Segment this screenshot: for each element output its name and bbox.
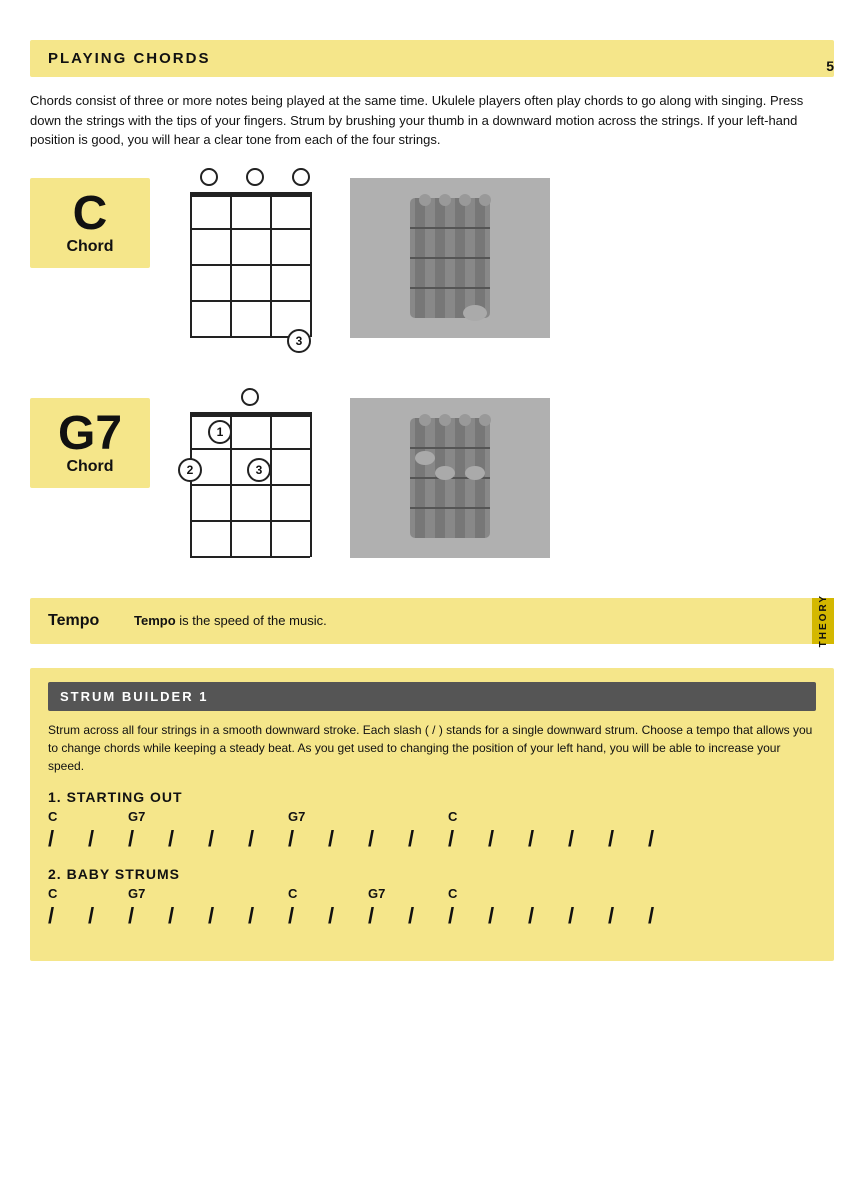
ex1-chord-g71: G7 [128, 809, 288, 824]
g7-finger-2: 2 [178, 458, 202, 482]
ex2-s3: / [128, 903, 168, 929]
exercise-1-name: STARTING OUT [67, 789, 183, 805]
ex1-s11: / [448, 826, 488, 852]
ex2-chord-g71: G7 [128, 886, 288, 901]
ex2-s11: / [448, 903, 488, 929]
strum-builder-title: STRUM BUILDER 1 [60, 689, 208, 704]
exercise-1-number: 1. [48, 789, 62, 805]
strum-builder-desc: Strum across all four strings in a smoot… [48, 721, 816, 775]
c-open-string-2 [246, 168, 264, 186]
ex2-s7: / [288, 903, 328, 929]
exercise-1: 1. STARTING OUT C G7 G7 C / / / / / / / … [48, 789, 816, 852]
c-chord-label: C Chord [30, 178, 150, 268]
ex1-s5: / [208, 826, 248, 852]
ex2-chord-c3: C [448, 886, 528, 901]
exercise-2-title: 2. BABY STRUMS [48, 866, 816, 882]
ex1-s13: / [528, 826, 568, 852]
g7-chord-word: Chord [66, 458, 113, 476]
g7-grid-container: 1 2 3 [190, 412, 310, 557]
strum-builder-section: STRUM BUILDER 1 Strum across all four st… [30, 668, 834, 961]
ex1-s3: / [128, 826, 168, 852]
c-finger-3: 3 [287, 329, 311, 353]
g7-chord-name: G7 [58, 410, 122, 458]
ex2-s6: / [248, 903, 288, 929]
ex2-s15: / [608, 903, 648, 929]
ex2-chord-c2: C [288, 886, 368, 901]
ex2-s10: / [408, 903, 448, 929]
exercise-1-chords: C G7 G7 C [48, 809, 816, 824]
ex1-chord-c2: C [448, 809, 528, 824]
c-grid-container: 3 [190, 192, 310, 337]
theory-bold: Tempo [134, 613, 176, 628]
intro-text: Chords consist of three or more notes be… [30, 91, 834, 150]
g7-open-string-1 [241, 388, 259, 406]
theory-box: Tempo Tempo is the speed of the music. T… [30, 598, 834, 644]
exercise-2-chords: C G7 C G7 C [48, 886, 816, 901]
ex2-s1: / [48, 903, 88, 929]
strum-builder-header: STRUM BUILDER 1 [48, 682, 816, 711]
g7-chord-photo [350, 398, 550, 558]
theory-word: Tempo [48, 612, 118, 630]
ex1-s15: / [608, 826, 648, 852]
g7-finger-1: 1 [208, 420, 232, 444]
ex2-s16: / [648, 903, 688, 929]
exercise-2-slashes: / / / / / / / / / / / / / / / / [48, 903, 816, 929]
c-open-strings [190, 168, 310, 186]
exercise-2: 2. BABY STRUMS C G7 C G7 C / / / / / / /… [48, 866, 816, 929]
c-chord-diagram: 3 [190, 168, 310, 337]
c-chord-photo [350, 178, 550, 338]
ex1-s7: / [288, 826, 328, 852]
exercise-2-number: 2. [48, 866, 62, 882]
g7-chord-diagram: 1 2 3 [190, 388, 310, 557]
page-number: 5 [826, 58, 834, 74]
ex1-s8: / [328, 826, 368, 852]
ex2-s13: / [528, 903, 568, 929]
ex2-chord-g72: G7 [368, 886, 448, 901]
ex1-s14: / [568, 826, 608, 852]
ex2-s8: / [328, 903, 368, 929]
c-open-string-1 [200, 168, 218, 186]
section-header: PLAYING CHORDS [30, 40, 834, 77]
ex2-s4: / [168, 903, 208, 929]
ex1-s16: / [648, 826, 688, 852]
ex2-chord-c1: C [48, 886, 128, 901]
ex1-s10: / [408, 826, 448, 852]
section-title: PLAYING CHORDS [48, 50, 210, 67]
ex1-chord-c1: C [48, 809, 128, 824]
ex2-s5: / [208, 903, 248, 929]
ex1-s4: / [168, 826, 208, 852]
g7-chord-row: G7 Chord 1 2 3 [30, 388, 834, 558]
ex2-s9: / [368, 903, 408, 929]
ex1-s6: / [248, 826, 288, 852]
c-chord-row: C Chord 3 [30, 168, 834, 338]
ex2-s2: / [88, 903, 128, 929]
g7-finger-3: 3 [247, 458, 271, 482]
c-open-string-3 [292, 168, 310, 186]
ex1-s1: / [48, 826, 88, 852]
theory-desc: is the speed of the music. [179, 613, 326, 628]
ex1-s9: / [368, 826, 408, 852]
theory-side-label: THEORY [812, 598, 834, 644]
ex1-chord-g72: G7 [288, 809, 448, 824]
g7-chord-label: G7 Chord [30, 398, 150, 488]
theory-text: Tempo is the speed of the music. [134, 613, 327, 628]
c-chord-word: Chord [66, 238, 113, 256]
c-chord-name: C [73, 190, 108, 238]
ex1-s12: / [488, 826, 528, 852]
ex2-s14: / [568, 903, 608, 929]
exercise-2-name: BABY STRUMS [67, 866, 180, 882]
theory-side-text: THEORY [818, 594, 829, 647]
exercise-1-slashes: / / / / / / / / / / / / / / / / [48, 826, 816, 852]
g7-open-strings [241, 388, 259, 406]
ex1-s2: / [88, 826, 128, 852]
exercise-1-title: 1. STARTING OUT [48, 789, 816, 805]
ex2-s12: / [488, 903, 528, 929]
